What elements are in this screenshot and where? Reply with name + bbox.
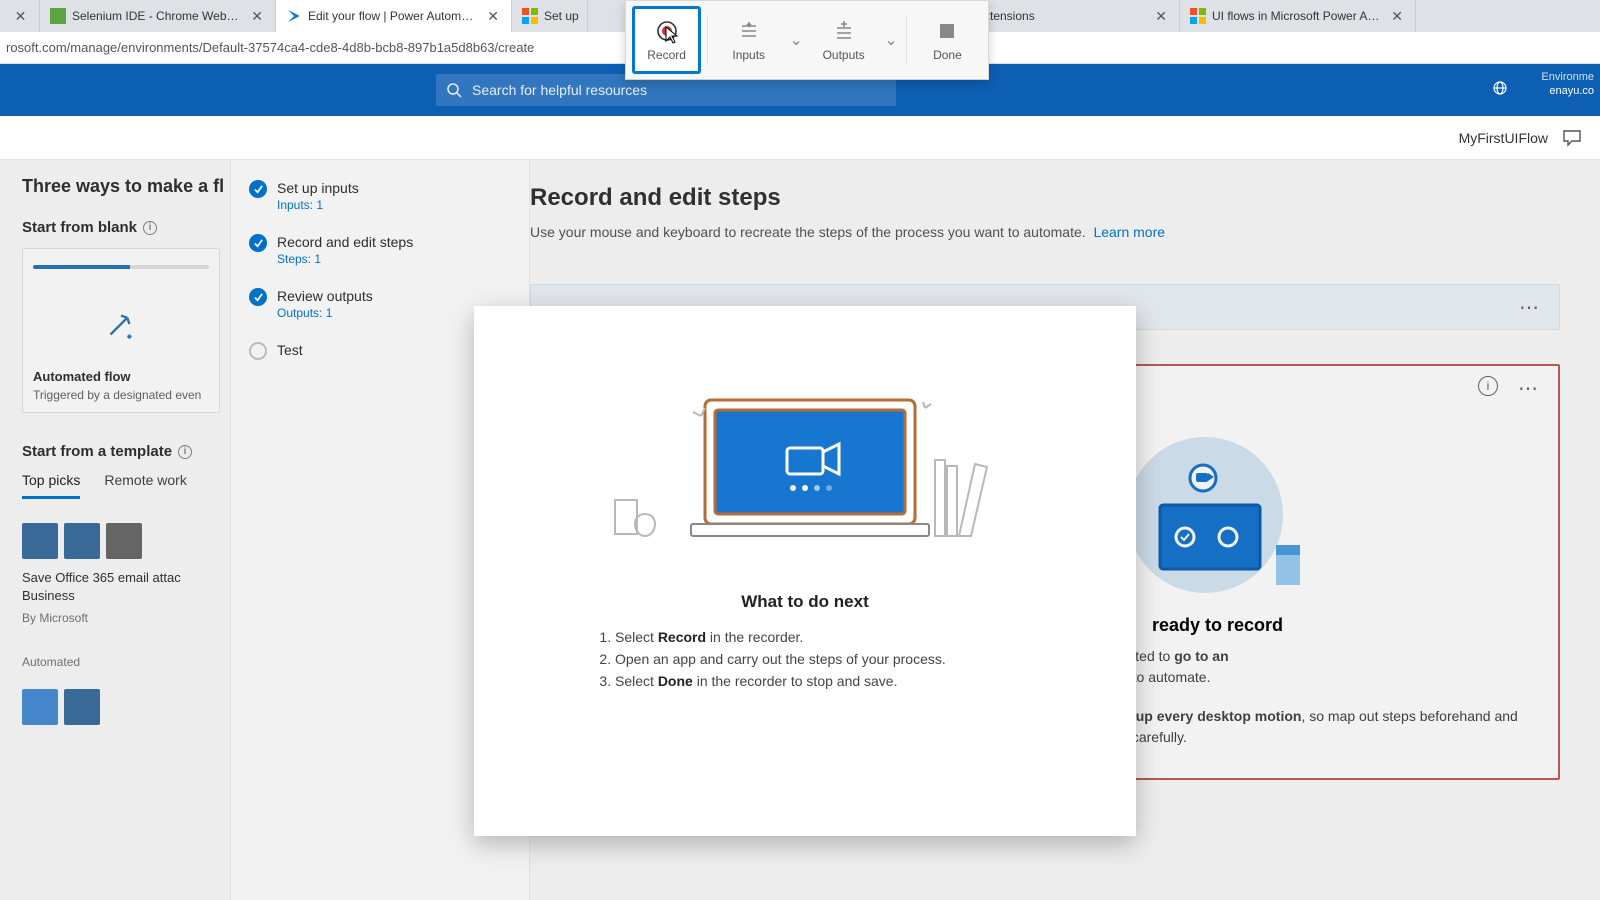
outputs-dropdown[interactable]: ⌄ (882, 30, 900, 50)
feedback-icon[interactable] (1562, 128, 1582, 148)
env-label: Environme (1541, 70, 1594, 84)
inputs-dropdown[interactable]: ⌄ (787, 30, 805, 50)
browser-tab[interactable]: Edit your flow | Power Automate ✕ (276, 0, 512, 32)
recorder-toolbar: Record Inputs ⌄ Outputs ⌄ Done (625, 0, 989, 80)
stop-icon (937, 18, 957, 44)
browser-tab[interactable]: Selenium IDE - Chrome Web Stor ✕ (40, 0, 276, 32)
inputs-button[interactable]: Inputs (714, 6, 783, 74)
powerautomate-icon (286, 8, 302, 24)
globe-icon (1492, 80, 1508, 96)
close-icon[interactable]: ✕ (247, 8, 267, 25)
tab-title: Selenium IDE - Chrome Web Stor (72, 9, 241, 23)
search-icon (446, 82, 462, 98)
browser-tab[interactable]: ✕ (0, 0, 40, 32)
what-next-modal: What to do next Select Record in the rec… (474, 306, 1136, 836)
browser-tab[interactable]: Set up (512, 0, 588, 32)
close-icon[interactable]: ✕ (1151, 8, 1171, 25)
msft-icon (1190, 8, 1206, 24)
modal-illustration (474, 330, 1136, 548)
tab-title: Extensions (976, 9, 1145, 23)
done-button[interactable]: Done (913, 6, 982, 74)
env-value: enayu.co (1541, 84, 1594, 98)
close-icon[interactable]: ✕ (1387, 8, 1407, 25)
msft-icon (522, 8, 538, 24)
environment-picker[interactable]: Environme enayu.co (1541, 70, 1594, 98)
record-button[interactable]: Record (632, 6, 701, 74)
close-icon[interactable]: ✕ (483, 8, 503, 25)
record-icon (655, 18, 679, 44)
selenium-icon (50, 8, 66, 24)
tab-title: Set up (544, 9, 579, 23)
address-text: rosoft.com/manage/environments/Default-3… (6, 40, 534, 55)
close-icon[interactable]: ✕ (11, 8, 31, 25)
browser-tab[interactable]: UI flows in Microsoft Power Autc ✕ (1180, 0, 1416, 32)
tab-title: UI flows in Microsoft Power Autc (1212, 9, 1381, 23)
tab-title: Edit your flow | Power Automate (308, 9, 477, 23)
inputs-icon (738, 18, 760, 44)
outputs-icon (833, 18, 855, 44)
modal-steps: Select Record in the recorder. Open an a… (595, 626, 1015, 692)
flow-name: MyFirstUIFlow (1459, 130, 1548, 146)
cursor-icon (665, 26, 679, 44)
search-placeholder: Search for helpful resources (472, 82, 647, 98)
modal-title: What to do next (474, 592, 1136, 612)
outputs-button[interactable]: Outputs (809, 6, 878, 74)
subheader: MyFirstUIFlow (0, 116, 1600, 160)
